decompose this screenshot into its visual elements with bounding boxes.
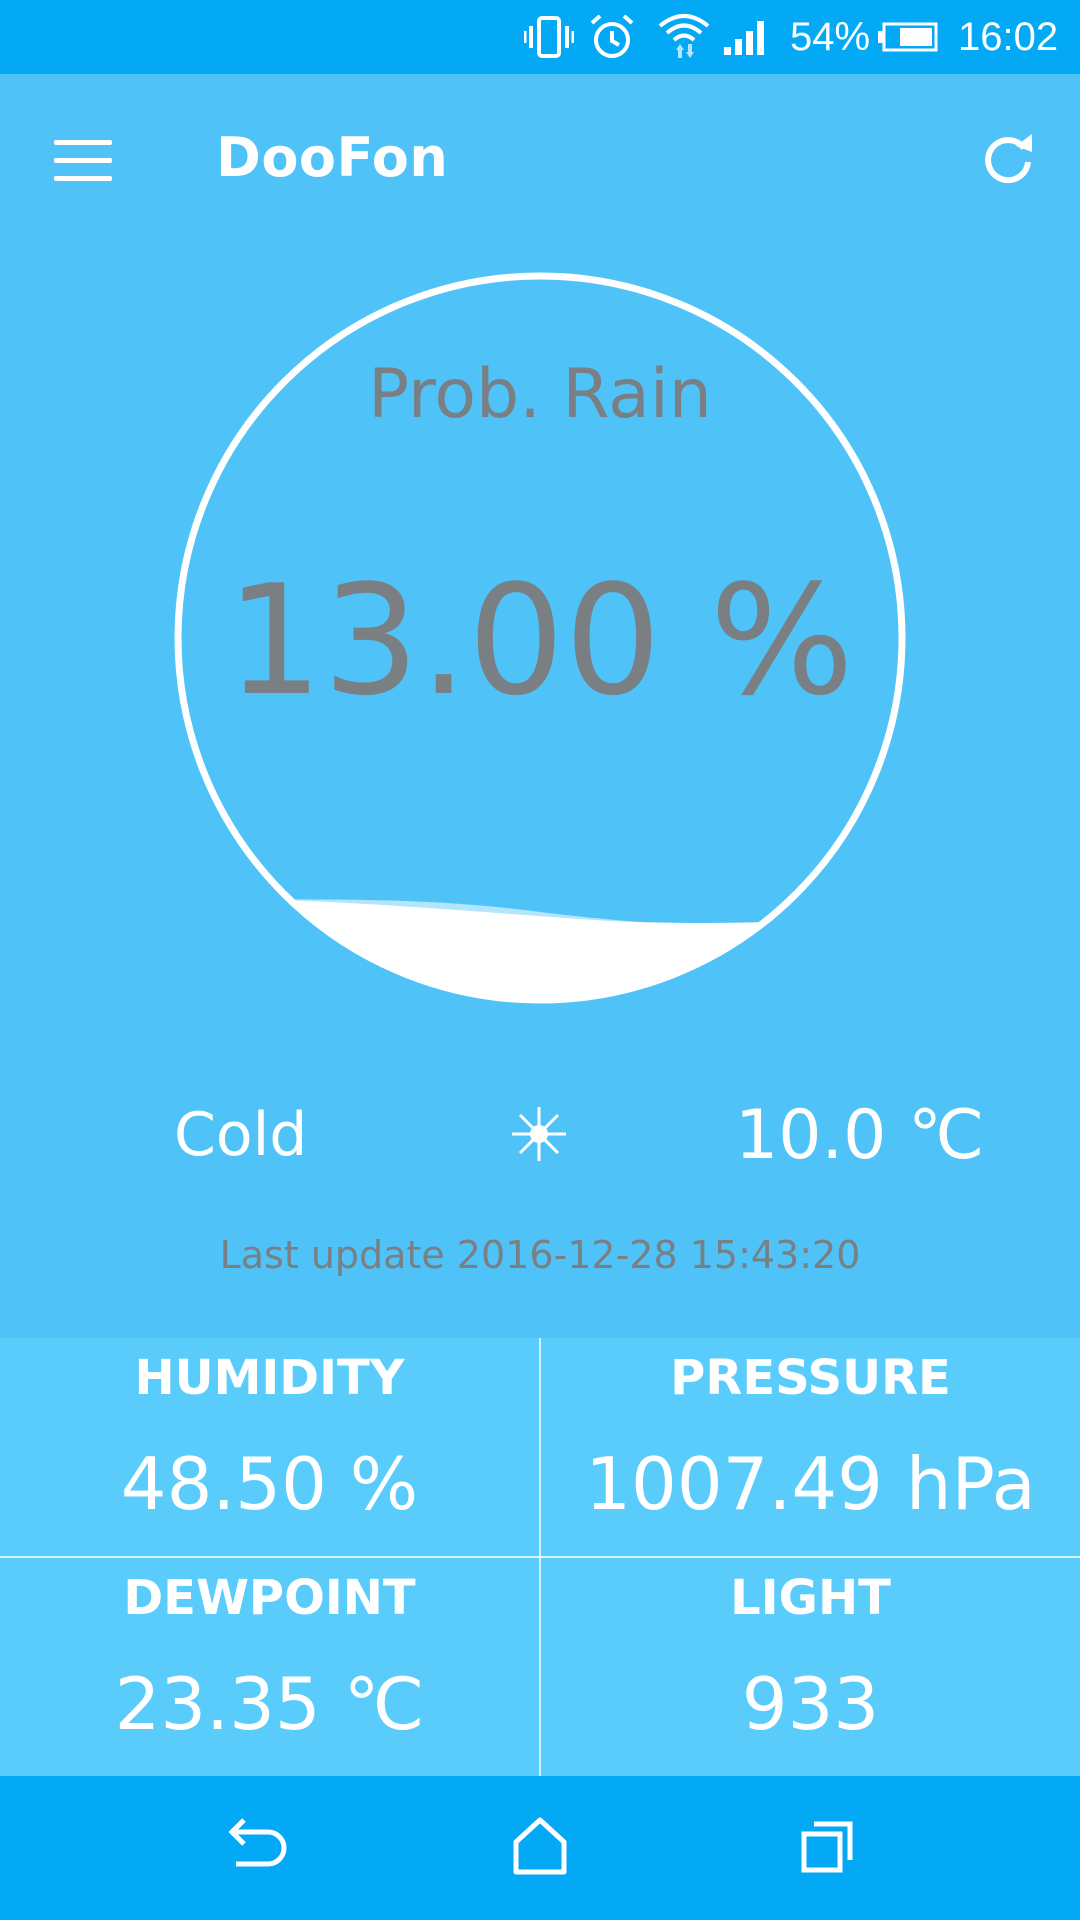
snowflake-icon bbox=[508, 1103, 570, 1165]
gauge-label: Prob. Rain bbox=[368, 355, 712, 434]
battery-percent: 54% bbox=[790, 14, 871, 59]
back-icon[interactable] bbox=[216, 1810, 292, 1886]
dewpoint-cell: DEWPOINT 23.35 ℃ bbox=[0, 1558, 539, 1776]
pressure-cell: PRESSURE 1007.49 hPa bbox=[541, 1338, 1080, 1556]
stat-value: 933 bbox=[741, 1662, 880, 1746]
stat-label: DEWPOINT bbox=[123, 1570, 416, 1626]
temperature-value: 10.0 ℃ bbox=[735, 1096, 985, 1175]
humidity-cell: HUMIDITY 48.50 % bbox=[0, 1338, 539, 1556]
alarm-icon bbox=[588, 0, 636, 74]
refresh-icon[interactable] bbox=[980, 130, 1036, 186]
stat-value: 48.50 % bbox=[120, 1442, 419, 1526]
battery-icon bbox=[878, 0, 938, 74]
signal-icon bbox=[722, 0, 772, 74]
gauge-value: 13.00 % bbox=[226, 552, 854, 729]
stat-label: HUMIDITY bbox=[134, 1350, 405, 1406]
horizontal-divider bbox=[0, 1556, 1080, 1558]
stats-grid: HUMIDITY 48.50 % PRESSURE 1007.49 hPa DE… bbox=[0, 1338, 1080, 1776]
stat-label: PRESSURE bbox=[670, 1350, 951, 1406]
clock: 16:02 bbox=[958, 14, 1059, 59]
stat-label: LIGHT bbox=[730, 1570, 891, 1626]
stat-value: 23.35 ℃ bbox=[114, 1662, 425, 1746]
app-title: DooFon bbox=[216, 126, 449, 189]
vibrate-icon bbox=[524, 0, 574, 74]
light-cell: LIGHT 933 bbox=[541, 1558, 1080, 1776]
condition-text: Cold bbox=[174, 1100, 308, 1170]
wifi-icon bbox=[656, 0, 712, 74]
recents-icon[interactable] bbox=[790, 1810, 866, 1886]
stat-value: 1007.49 hPa bbox=[585, 1442, 1036, 1526]
navigation-bar bbox=[0, 1776, 1080, 1920]
home-icon[interactable] bbox=[502, 1810, 578, 1886]
last-update: Last update 2016-12-28 15:43:20 bbox=[219, 1233, 861, 1277]
status-bar: 54% 16:02 bbox=[0, 0, 1080, 74]
app-bar: DooFon bbox=[0, 74, 1080, 248]
menu-icon[interactable] bbox=[54, 138, 112, 184]
